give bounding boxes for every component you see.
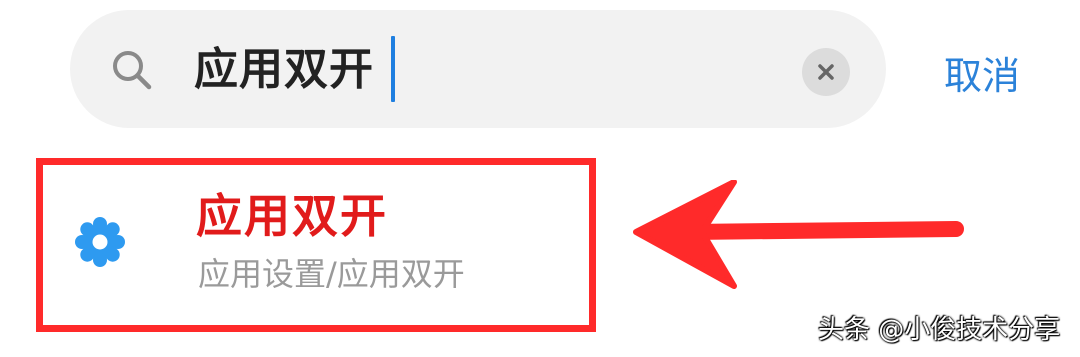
arrow-annotation	[633, 180, 964, 289]
gear-icon	[74, 216, 126, 268]
search-bar[interactable]: 应用双开	[70, 10, 886, 128]
watermark: 头条 @小俊技术分享	[818, 315, 1061, 345]
clear-search-button[interactable]	[802, 48, 850, 96]
search-input[interactable]: 应用双开	[194, 40, 374, 100]
text-caret	[391, 36, 395, 102]
result-path: 应用设置/应用双开	[198, 255, 465, 293]
close-icon	[818, 64, 834, 80]
result-title: 应用双开	[196, 189, 388, 243]
search-result-item[interactable]: 应用双开 应用设置/应用双开	[36, 158, 596, 332]
search-icon	[110, 48, 154, 92]
cancel-button[interactable]: 取消	[944, 48, 1020, 104]
